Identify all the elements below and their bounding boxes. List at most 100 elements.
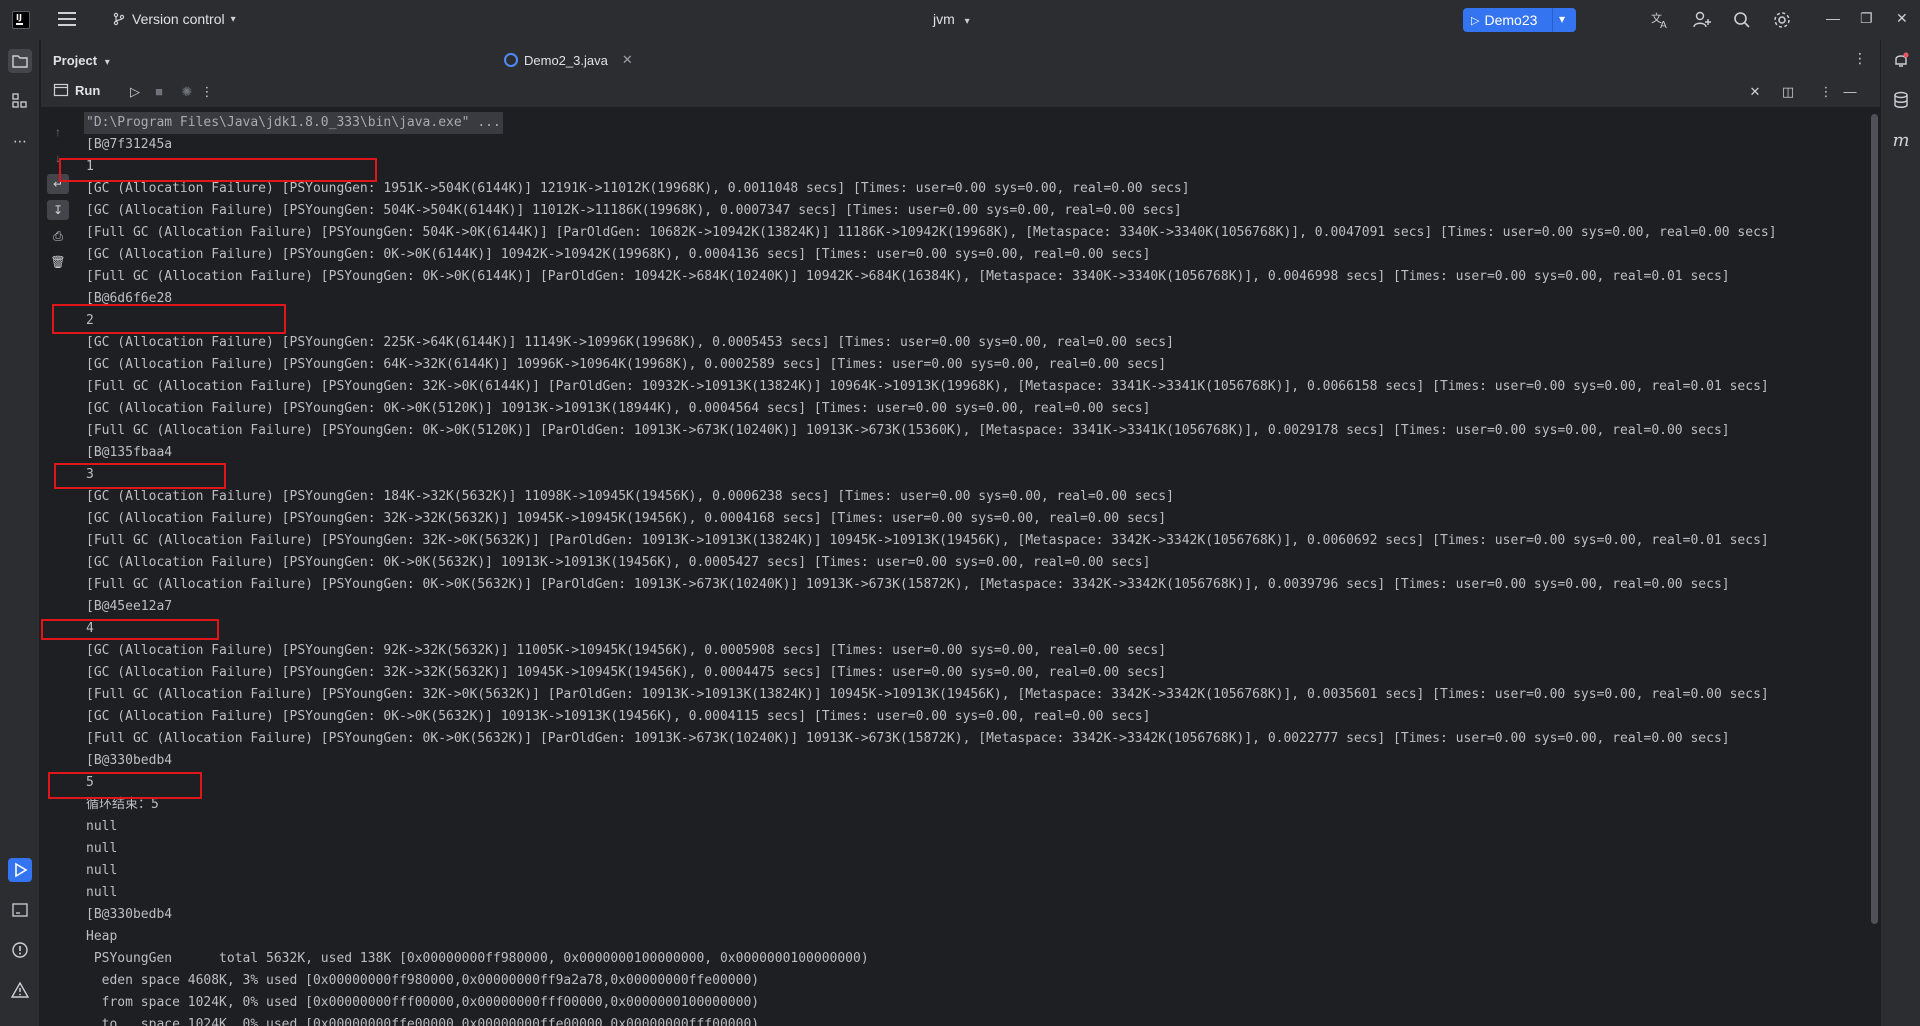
console-line: [GC (Allocation Failure) [PSYoungGen: 0K…: [86, 709, 1151, 724]
project-panel-title: Project: [53, 53, 98, 68]
scroll-to-end-icon[interactable]: ↧: [47, 200, 69, 220]
project-panel-dropdown[interactable]: Project ▾: [53, 53, 110, 68]
console-line: [B@7f31245a: [86, 137, 173, 152]
console-line: [GC (Allocation Failure) [PSYoungGen: 92…: [86, 643, 1167, 658]
highlight-box: [41, 619, 219, 640]
run-toolbar: Run ▷ ■ ✺ ⋮ ✕ ◫ ⋮ —: [41, 76, 1880, 108]
main-menu-icon[interactable]: [58, 12, 76, 28]
console-line: [GC (Allocation Failure) [PSYoungGen: 64…: [86, 357, 1167, 372]
logo-text: IJ: [16, 13, 22, 22]
run-tool-icon[interactable]: [8, 858, 32, 882]
project-selector[interactable]: jvm ▾: [933, 11, 970, 27]
chevron-down-icon: ▾: [104, 57, 110, 68]
console-line: PSYoungGen total 5632K, used 138K [0x000…: [86, 951, 869, 966]
highlight-box: [54, 463, 226, 489]
console-line: [Full GC (Allocation Failure) [PSYoungGe…: [86, 533, 1769, 548]
highlight-box: [59, 158, 377, 182]
console-line: eden space 4608K, 3% used [0x00000000ff9…: [86, 973, 760, 988]
console-line: null: [86, 863, 118, 878]
console-output[interactable]: "D:\Program Files\Java\jdk1.8.0_333\bin\…: [75, 108, 1870, 1026]
translate-icon[interactable]: 文A: [1650, 10, 1670, 31]
console-line: to space 1024K, 0% used [0x00000000ffe00…: [86, 1017, 760, 1026]
console-line: [GC (Allocation Failure) [PSYoungGen: 50…: [86, 203, 1182, 218]
maven-icon[interactable]: m: [1890, 130, 1912, 152]
close-window-icon[interactable]: ✕: [1896, 10, 1908, 27]
search-icon[interactable]: [1732, 10, 1752, 30]
console-line: [GC (Allocation Failure) [PSYoungGen: 32…: [86, 665, 1167, 680]
split-panel-icon[interactable]: ◫: [1779, 83, 1797, 101]
structure-icon[interactable]: [8, 89, 32, 113]
console-line-command: "D:\Program Files\Java\jdk1.8.0_333\bin\…: [84, 112, 503, 134]
title-bar: IJ Version control ▾ jvm ▾ ▷ Demo23 ▾ 文A …: [0, 0, 1920, 40]
minimize-window-icon[interactable]: —: [1826, 10, 1840, 26]
console-line: [GC (Allocation Failure) [PSYoungGen: 0K…: [86, 555, 1151, 570]
rerun-icon[interactable]: ▷: [126, 83, 144, 101]
highlight-box: [48, 772, 202, 799]
editor-tab-demo2-3[interactable]: Demo2_3.java ✕: [504, 48, 633, 72]
console-line: [Full GC (Allocation Failure) [PSYoungGe…: [86, 379, 1769, 394]
console-line: [GC (Allocation Failure) [PSYoungGen: 0K…: [86, 401, 1151, 416]
console-line: [GC (Allocation Failure) [PSYoungGen: 0K…: [86, 247, 1151, 262]
stop-icon[interactable]: ■: [150, 83, 168, 101]
print-icon[interactable]: ⎙: [47, 226, 69, 246]
run-panel-icon: [53, 83, 69, 97]
console-line: [GC (Allocation Failure) [PSYoungGen: 22…: [86, 335, 1174, 350]
svg-text:A: A: [1660, 20, 1667, 30]
console-line: [Full GC (Allocation Failure) [PSYoungGe…: [86, 269, 1730, 284]
project-header-bar: Project ▾ Demo2_3.java ✕ ⋮: [41, 40, 1880, 80]
run-config-dropdown-icon[interactable]: ▾: [1559, 12, 1565, 26]
console-line: [GC (Allocation Failure) [PSYoungGen: 32…: [86, 511, 1167, 526]
version-control-label: Version control: [132, 11, 225, 27]
java-class-icon: [504, 53, 518, 67]
console-line: [Full GC (Allocation Failure) [PSYoungGe…: [86, 687, 1769, 702]
branch-icon: [113, 12, 125, 26]
debug-icon[interactable]: ✺: [178, 83, 196, 101]
close-panel-icon[interactable]: ✕: [1746, 83, 1764, 101]
restore-window-icon[interactable]: ❐: [1860, 10, 1873, 27]
console-line: [B@330bedb4: [86, 753, 173, 768]
run-configuration-button[interactable]: ▷ Demo23 ▾: [1463, 8, 1576, 32]
more-options-icon[interactable]: ⋮: [198, 83, 216, 101]
hide-panel-icon[interactable]: —: [1841, 83, 1859, 101]
console-line: [Full GC (Allocation Failure) [PSYoungGe…: [86, 225, 1777, 240]
console-line: null: [86, 819, 118, 834]
problems-icon[interactable]: [8, 938, 32, 962]
console-line: from space 1024K, 0% used [0x00000000fff…: [86, 995, 760, 1010]
console-line: [B@330bedb4: [86, 907, 173, 922]
right-tool-strip: m: [1880, 40, 1920, 1026]
console-scrollbar[interactable]: [1871, 114, 1878, 924]
terminal-icon[interactable]: [8, 898, 32, 922]
panel-options-icon[interactable]: ⋮: [1817, 83, 1835, 101]
console-line: [B@135fbaa4: [86, 445, 173, 460]
console-line: [Full GC (Allocation Failure) [PSYoungGe…: [86, 577, 1730, 592]
close-tab-icon[interactable]: ✕: [622, 52, 633, 68]
more-options-icon[interactable]: ⋮: [1853, 50, 1867, 67]
left-tool-strip: ⋯: [0, 40, 40, 1026]
editor-tab-label: Demo2_3.java: [524, 52, 608, 68]
console-line: [Full GC (Allocation Failure) [PSYoungGe…: [86, 731, 1730, 746]
console-line: Heap: [86, 929, 118, 944]
console-gutter: ↑ ↓ ↵ ↧ ⎙ 🗑: [41, 108, 75, 1026]
database-icon[interactable]: [1890, 90, 1912, 112]
notifications-icon[interactable]: [1890, 50, 1912, 72]
play-icon: ▷: [1471, 14, 1480, 27]
clear-all-icon[interactable]: 🗑: [47, 252, 69, 272]
run-config-label: Demo23: [1484, 12, 1538, 28]
intellij-logo-icon[interactable]: IJ: [12, 11, 30, 29]
more-tools-icon[interactable]: ⋯: [8, 129, 32, 153]
console-line: [GC (Allocation Failure) [PSYoungGen: 18…: [86, 489, 1174, 504]
run-tab[interactable]: Run: [53, 82, 100, 98]
gear-icon[interactable]: [1772, 10, 1792, 30]
scroll-up-icon[interactable]: ↑: [47, 122, 69, 142]
console-line: null: [86, 841, 118, 856]
add-user-icon[interactable]: [1692, 10, 1712, 30]
console-line: [Full GC (Allocation Failure) [PSYoungGe…: [86, 423, 1730, 438]
project-name: jvm: [933, 11, 955, 27]
chevron-down-icon: ▾: [964, 16, 970, 27]
project-folder-icon[interactable]: [8, 49, 32, 73]
console-line: [B@45ee12a7: [86, 599, 173, 614]
run-tab-label: Run: [75, 82, 101, 98]
version-control-dropdown[interactable]: Version control ▾: [112, 11, 236, 27]
chevron-down-icon: ▾: [230, 13, 236, 25]
warning-icon[interactable]: [8, 978, 32, 1002]
